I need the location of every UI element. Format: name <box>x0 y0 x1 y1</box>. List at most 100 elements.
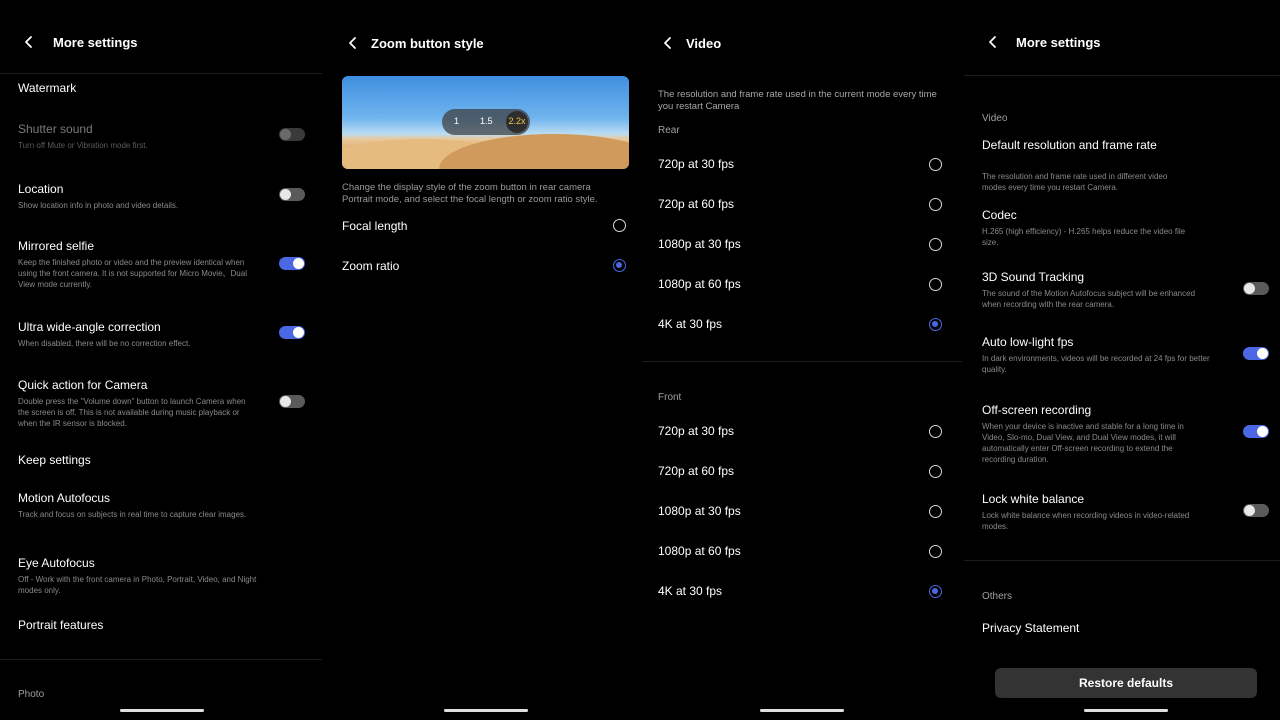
sound-tracking-toggle[interactable] <box>1243 282 1269 295</box>
option-zoom-ratio[interactable]: Zoom ratio <box>342 259 399 273</box>
radio-focal-length[interactable] <box>613 219 626 232</box>
resolution-radio[interactable] <box>929 158 942 171</box>
resolution-option[interactable]: 720p at 60 fps <box>658 197 734 211</box>
mirrored-selfie-desc: Keep the finished photo or video and the… <box>18 258 247 289</box>
panel-more-settings-video: More settings Video Default resolution a… <box>964 0 1280 720</box>
divider <box>0 659 322 660</box>
page-title: Zoom button style <box>371 35 484 51</box>
home-indicator[interactable] <box>760 709 844 712</box>
home-indicator[interactable] <box>1084 709 1168 712</box>
zoom-style-desc: Change the display style of the zoom but… <box>342 182 598 205</box>
offscreen-desc: When your device is inactive and stable … <box>982 422 1184 464</box>
section-photo: Photo <box>18 689 45 700</box>
home-indicator[interactable] <box>444 709 528 712</box>
panel-video: Video The resolution and frame rate used… <box>642 0 962 720</box>
resolution-radio[interactable] <box>929 278 942 291</box>
zoom-selected: 2.2x <box>506 111 528 133</box>
chevron-left-icon <box>349 37 356 49</box>
sound-tracking-desc: The sound of the Motion Autofocus subjec… <box>982 289 1196 309</box>
page-title: More settings <box>53 34 138 50</box>
page-title: More settings <box>1016 34 1101 50</box>
dune-shape <box>439 134 629 169</box>
divider <box>642 361 962 362</box>
chevron-left-icon <box>25 36 32 48</box>
shutter-sound-desc: Turn off Mute or Vibration mode first. <box>18 141 148 150</box>
back-button[interactable] <box>981 30 1005 54</box>
shutter-sound-toggle[interactable] <box>279 128 305 141</box>
zoom-value: 1 <box>454 116 460 126</box>
back-button[interactable] <box>656 31 680 55</box>
option-focal-length[interactable]: Focal length <box>342 219 407 233</box>
lock-wb-label: Lock white balance <box>982 492 1085 506</box>
resolution-radio[interactable] <box>929 318 942 331</box>
ultra-wide-desc: When disabled, there will be no correcti… <box>18 339 191 348</box>
panel-zoom-button-style: Zoom button style 1 1.5 2.2x Change the … <box>324 0 640 720</box>
privacy-statement-item[interactable]: Privacy Statement <box>982 621 1079 635</box>
lock-wb-toggle[interactable] <box>1243 504 1269 517</box>
location-label: Location <box>18 182 64 196</box>
chevron-left-icon <box>989 36 996 48</box>
zoom-preview-image: 1 1.5 2.2x <box>342 76 629 169</box>
zoom-button-preview: 1 1.5 2.2x <box>442 109 530 135</box>
sound-tracking-label: 3D Sound Tracking <box>982 270 1085 284</box>
low-light-toggle[interactable] <box>1243 347 1269 360</box>
motion-af-label[interactable]: Motion Autofocus <box>18 491 110 505</box>
watermark-item[interactable]: Watermark <box>18 81 76 95</box>
radio-zoom-ratio[interactable] <box>613 259 626 272</box>
page-title: Video <box>686 35 722 51</box>
low-light-label: Auto low-light fps <box>982 335 1074 349</box>
default-res-label[interactable]: Default resolution and frame rate <box>982 138 1162 153</box>
chevron-left-icon <box>664 37 671 49</box>
divider <box>964 560 1280 561</box>
mirrored-selfie-toggle[interactable] <box>279 257 305 270</box>
resolution-radio[interactable] <box>929 545 942 558</box>
resolution-option[interactable]: 4K at 30 fps <box>658 584 722 598</box>
resolution-radio[interactable] <box>929 198 942 211</box>
section-rear: Rear <box>658 125 680 136</box>
resolution-radio[interactable] <box>929 585 942 598</box>
restore-defaults-button[interactable]: Restore defaults <box>995 668 1257 698</box>
resolution-option[interactable]: 4K at 30 fps <box>658 317 722 331</box>
motion-af-desc: Track and focus on subjects in real time… <box>18 510 247 519</box>
ultra-wide-label: Ultra wide-angle correction <box>18 320 161 334</box>
divider <box>0 73 322 74</box>
codec-label[interactable]: Codec <box>982 208 1017 222</box>
quick-action-toggle[interactable] <box>279 395 305 408</box>
low-light-desc: In dark environments, videos will be rec… <box>982 354 1210 374</box>
resolution-radio[interactable] <box>929 425 942 438</box>
resolution-option[interactable]: 1080p at 60 fps <box>658 544 741 558</box>
resolution-option[interactable]: 720p at 30 fps <box>658 424 734 438</box>
eye-af-desc: Off - Work with the front camera in Phot… <box>18 575 257 595</box>
resolution-radio[interactable] <box>929 505 942 518</box>
home-indicator[interactable] <box>120 709 204 712</box>
keep-settings-item[interactable]: Keep settings <box>18 453 91 467</box>
quick-action-desc: Double press the "Volume down" button to… <box>18 397 246 428</box>
section-video: Video <box>982 113 1008 124</box>
resolution-option[interactable]: 1080p at 60 fps <box>658 277 741 291</box>
header: Video <box>656 31 962 55</box>
codec-desc: H.265 (high efficiency) - H.265 helps re… <box>982 227 1186 247</box>
header: More settings <box>17 30 322 54</box>
header: More settings <box>981 30 1280 54</box>
offscreen-toggle[interactable] <box>1243 425 1269 438</box>
ultra-wide-toggle[interactable] <box>279 326 305 339</box>
eye-af-label[interactable]: Eye Autofocus <box>18 556 95 570</box>
back-button[interactable] <box>341 31 365 55</box>
resolution-option[interactable]: 1080p at 30 fps <box>658 237 741 251</box>
back-button[interactable] <box>17 30 41 54</box>
header: Zoom button style <box>341 31 640 55</box>
lock-wb-desc: Lock white balance when recording videos… <box>982 511 1190 531</box>
location-desc: Show location info in photo and video de… <box>18 201 179 210</box>
default-res-desc: The resolution and frame rate used in di… <box>982 172 1168 192</box>
mirrored-selfie-label: Mirrored selfie <box>18 239 95 253</box>
resolution-radio[interactable] <box>929 465 942 478</box>
resolution-option[interactable]: 1080p at 30 fps <box>658 504 741 518</box>
panel-more-settings: More settings Watermark Shutter sound Tu… <box>0 0 322 720</box>
resolution-option[interactable]: 720p at 60 fps <box>658 464 734 478</box>
resolution-radio[interactable] <box>929 238 942 251</box>
section-others: Others <box>982 591 1013 602</box>
portrait-features-item[interactable]: Portrait features <box>18 618 103 632</box>
video-desc: The resolution and frame rate used in th… <box>658 89 937 112</box>
resolution-option[interactable]: 720p at 30 fps <box>658 157 734 171</box>
location-toggle[interactable] <box>279 188 305 201</box>
